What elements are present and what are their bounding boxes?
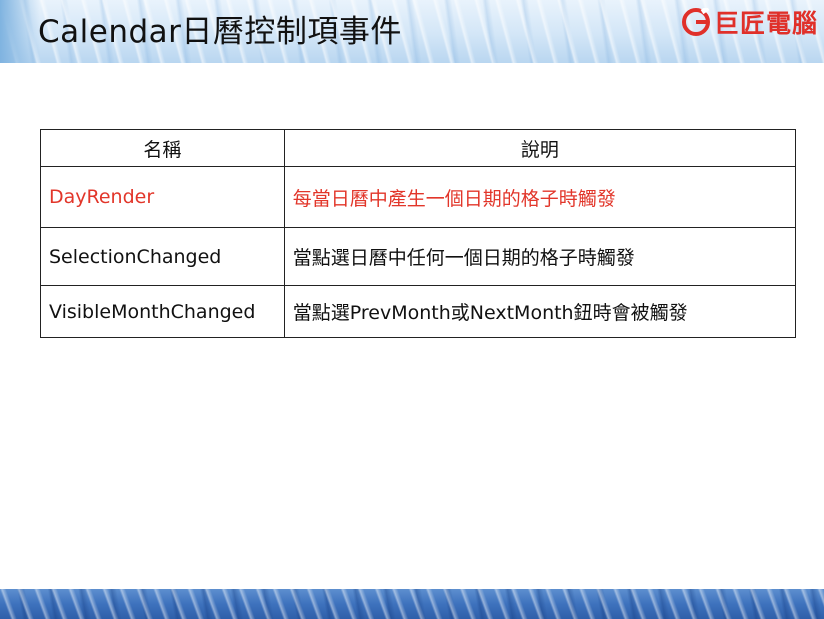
event-name-cell: DayRender [40, 166, 285, 228]
table-row: SelectionChanged 當點選日曆中任何一個日期的格子時觸發 [40, 227, 797, 286]
events-table: 名稱 說明 DayRender 每當日曆中產生一個日期的格子時觸發 Select… [40, 129, 797, 338]
footer-decoration [0, 589, 824, 619]
brand-logo-icon [681, 8, 710, 36]
slide-title: Calendar日曆控制項事件 [38, 14, 402, 50]
event-name-cell: SelectionChanged [40, 227, 285, 286]
table-header-row: 名稱 說明 [40, 129, 797, 167]
slide: Calendar日曆控制項事件 巨匠電腦 名稱 說明 DayRender 每當日… [0, 0, 824, 619]
brand-logo: 巨匠電腦 [681, 6, 818, 38]
header-banner: Calendar日曆控制項事件 巨匠電腦 [0, 0, 824, 63]
event-description-cell: 每當日曆中產生一個日期的格子時觸發 [283, 166, 797, 228]
event-name-cell: VisibleMonthChanged [40, 285, 285, 338]
column-header-description: 說明 [283, 129, 797, 167]
brand-logo-text: 巨匠電腦 [713, 9, 818, 38]
column-header-name: 名稱 [40, 129, 285, 167]
event-description-cell: 當點選日曆中任何一個日期的格子時觸發 [283, 227, 797, 286]
table-row: VisibleMonthChanged 當點選PrevMonth或NextMon… [40, 285, 797, 338]
table-row: DayRender 每當日曆中產生一個日期的格子時觸發 [40, 166, 797, 228]
header-left-shade [0, 0, 40, 63]
footer-band [0, 589, 824, 619]
event-description-cell: 當點選PrevMonth或NextMonth鈕時會被觸發 [283, 285, 797, 338]
